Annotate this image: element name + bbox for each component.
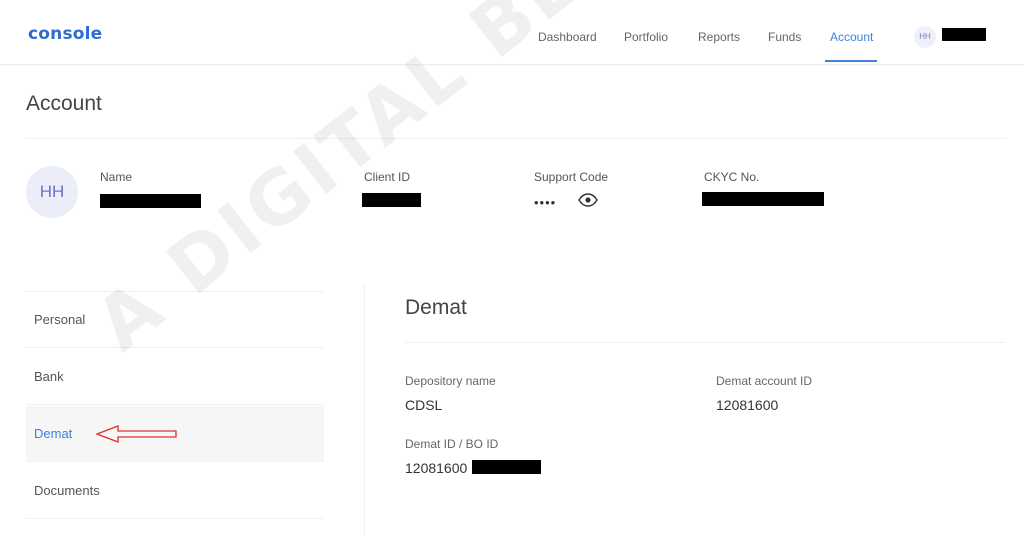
demat-account-id-value: 12081600 [716,397,779,413]
demat-account-id-label: Demat account ID [716,374,813,388]
redacted-name [100,194,201,208]
sidebar-item-documents[interactable]: Documents [26,463,324,519]
console-logo[interactable]: console [28,24,102,44]
redacted-bo-id [472,460,541,474]
name-label: Name [100,170,133,184]
bo-id-value: 12081600 [405,460,468,476]
pointer-arrow-annotation [96,425,177,443]
redacted-ckyc [702,192,824,206]
depository-label: Depository name [405,374,496,388]
section-title: Demat [405,296,467,319]
content-divider [364,283,365,536]
nav-dashboard[interactable]: Dashboard [538,30,597,44]
nav-account[interactable]: Account [830,30,873,44]
depository-value: CDSL [405,397,443,413]
redacted-username [942,28,986,41]
ckyc-label: CKYC No. [704,170,760,184]
top-navigation-bar: console Dashboard Portfolio Reports Fund… [0,0,1024,65]
sidebar-item-bank[interactable]: Bank [26,349,324,405]
user-avatar[interactable]: HH [914,26,936,48]
sidebar-item-personal[interactable]: Personal [26,292,324,348]
support-code-label: Support Code [534,170,609,184]
page-title: Account [26,92,102,115]
profile-avatar: HH [26,166,78,218]
nav-funds[interactable]: Funds [768,30,801,44]
bo-id-label: Demat ID / BO ID [405,437,499,451]
nav-portfolio[interactable]: Portfolio [624,30,668,44]
redacted-client-id [362,193,421,207]
nav-reports[interactable]: Reports [698,30,740,44]
section-divider [405,342,1005,343]
client-id-label: Client ID [364,170,411,184]
divider [26,138,1006,139]
support-code-masked: •••• [534,195,557,210]
active-nav-indicator [825,60,877,62]
eye-icon[interactable] [578,193,598,207]
